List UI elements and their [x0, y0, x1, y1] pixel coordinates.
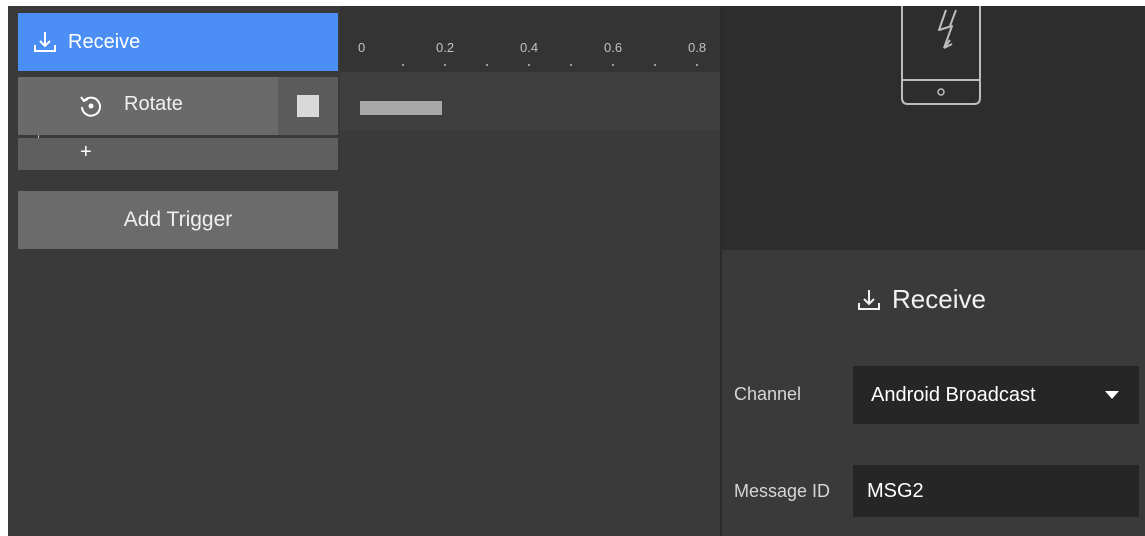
receive-icon: [858, 289, 880, 310]
timeline-bar-rotate[interactable]: [360, 101, 442, 115]
tick-label: 0.8: [688, 40, 707, 55]
channel-label: Channel: [734, 384, 802, 404]
channel-value: Android Broadcast: [871, 383, 1036, 406]
tick-dot: [654, 64, 656, 66]
add-action-button[interactable]: +: [18, 138, 338, 170]
tick-label: 0.6: [604, 40, 623, 55]
receive-icon: [34, 32, 56, 52]
tick-dot: [570, 64, 572, 66]
app-window: Receive Rotate + Add Trigger 0 0.2 0.4 0…: [8, 6, 1145, 536]
tick-label: 0.4: [520, 40, 539, 55]
timeline: 0 0.2 0.4 0.6 0.8: [340, 6, 720, 536]
trigger-receive-row[interactable]: Receive: [18, 13, 338, 71]
inspector-title: Receive: [856, 284, 986, 315]
tick-dot: [402, 64, 404, 66]
tick-dot: [696, 64, 698, 66]
message-id-input[interactable]: [853, 465, 1139, 517]
tick-label: 0.2: [436, 40, 455, 55]
action-label: Rotate: [124, 93, 183, 115]
tick-dot: [528, 64, 530, 66]
inspector-title-label: Receive: [892, 284, 986, 314]
trigger-panel: Receive Rotate + Add Trigger: [8, 6, 340, 536]
message-id-label: Message ID: [734, 481, 831, 501]
phone-lightning-icon: [901, 6, 981, 105]
add-trigger-button[interactable]: Add Trigger: [18, 191, 338, 249]
tick-label: 0: [358, 40, 366, 55]
rotate-icon: [80, 96, 101, 117]
device-preview: [722, 6, 1145, 250]
inspector-panel: Receive Channel Android Broadcast Messag…: [722, 250, 1145, 536]
channel-select[interactable]: Android Broadcast: [853, 366, 1139, 424]
plus-icon: +: [80, 141, 92, 163]
tick-dot: [612, 64, 614, 66]
action-color-swatch: [297, 95, 319, 117]
chevron-down-icon: [1105, 391, 1119, 399]
trigger-label: Receive: [68, 30, 141, 53]
action-rotate-row[interactable]: Rotate: [18, 77, 338, 135]
tick-dot: [486, 64, 488, 66]
timeline-ruler: 0 0.2 0.4 0.6 0.8: [340, 6, 720, 72]
action-color-swatch-cell[interactable]: [278, 77, 338, 135]
tick-dot: [444, 64, 446, 66]
